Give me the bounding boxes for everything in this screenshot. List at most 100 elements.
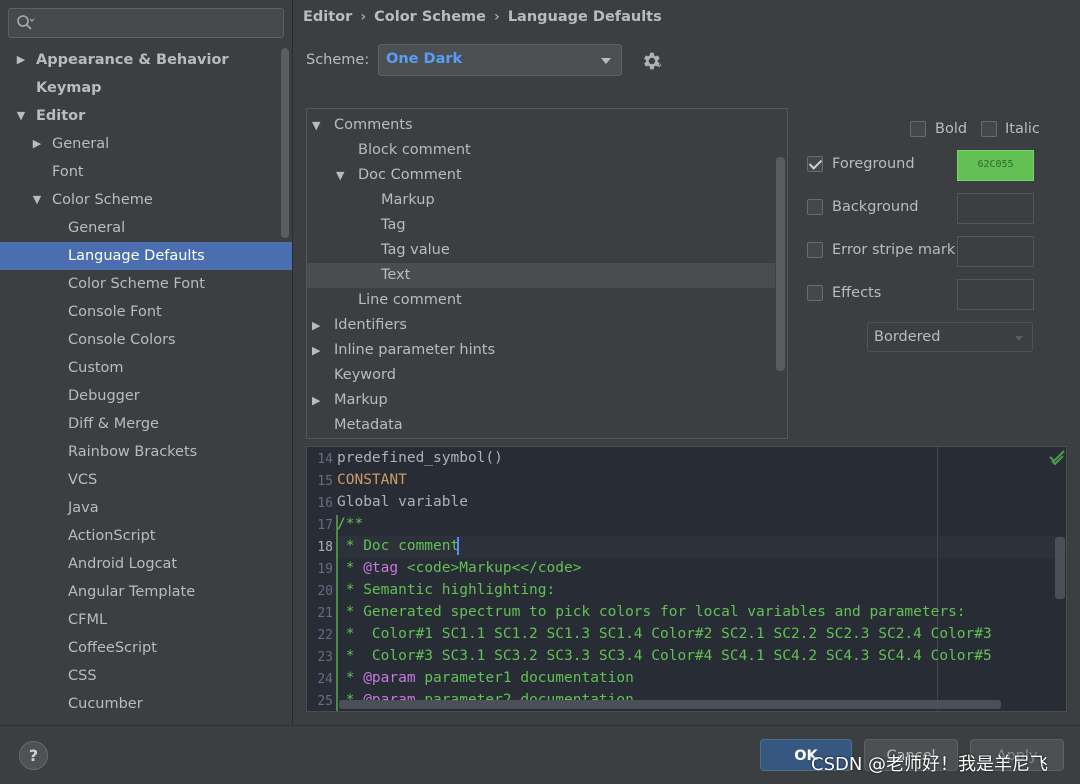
sidebar-item[interactable]: Android Logcat	[0, 550, 280, 578]
chevron-down-icon	[601, 58, 611, 64]
check-icon	[1049, 450, 1065, 466]
sidebar-item[interactable]: Console Font	[0, 298, 280, 326]
sidebar-item[interactable]: Keymap	[0, 74, 280, 102]
effects-type-dropdown[interactable]: Bordered	[867, 322, 1033, 352]
code-line: CONSTANT	[337, 472, 407, 488]
breadcrumb-item[interactable]: Editor	[303, 9, 352, 25]
category-item[interactable]: ▶ Identifiers	[307, 313, 775, 338]
effects-checkbox[interactable]	[807, 285, 823, 301]
right-margin-guide	[937, 447, 938, 711]
expand-down-icon[interactable]: ▼	[312, 113, 320, 138]
background-checkbox[interactable]	[807, 199, 823, 215]
chevron-down-icon	[1015, 336, 1023, 341]
code-token: <code>Markup<</code>	[398, 560, 582, 576]
background-color-swatch[interactable]	[957, 193, 1034, 224]
sidebar-item[interactable]: ▼ Color Scheme	[0, 186, 280, 214]
expand-right-icon[interactable]: ▶	[14, 46, 28, 74]
sidebar-item[interactable]: Java	[0, 494, 280, 522]
foreground-color-swatch[interactable]: 62C055	[957, 150, 1034, 181]
sidebar-item[interactable]: CFML	[0, 606, 280, 634]
category-item[interactable]: Line comment	[307, 288, 775, 313]
scheme-value: One Dark	[386, 51, 463, 67]
sidebar-item[interactable]: Cucumber	[0, 690, 280, 718]
category-label: Tag value	[381, 242, 450, 258]
help-button[interactable]: ?	[19, 741, 48, 770]
sidebar-item[interactable]: CSS	[0, 662, 280, 690]
category-label: Markup	[381, 192, 435, 208]
effects-color-swatch[interactable]	[957, 279, 1034, 310]
bold-checkbox[interactable]	[910, 121, 926, 137]
expand-right-icon[interactable]: ▶	[312, 388, 320, 413]
category-item[interactable]: Tag	[307, 213, 775, 238]
category-item[interactable]: Block comment	[307, 138, 775, 163]
line-number: 19	[317, 562, 333, 577]
sidebar-item[interactable]: CoffeeScript	[0, 634, 280, 662]
line-number: 22	[317, 628, 333, 643]
panel-divider[interactable]	[292, 0, 293, 725]
foreground-checkbox[interactable]	[807, 156, 823, 172]
sidebar-item[interactable]: VCS	[0, 466, 280, 494]
expand-down-icon[interactable]: ▼	[30, 186, 44, 214]
code-token: @tag	[363, 560, 399, 576]
line-number: 17	[317, 518, 333, 533]
sidebar-item[interactable]: ▶ General	[0, 130, 280, 158]
scheme-label: Scheme:	[306, 52, 370, 68]
expand-right-icon[interactable]: ▶	[30, 130, 44, 158]
category-item[interactable]: Metadata	[307, 413, 775, 438]
gear-icon[interactable]	[640, 50, 662, 72]
code-preview[interactable]: 14 15 16 17 18 19 20 21 22 23 24 25 predefined_symb…	[306, 446, 1067, 712]
watermark-text: CSDN @老师好！我是羊尼飞	[811, 754, 1049, 775]
category-item[interactable]: Keyword	[307, 363, 775, 388]
error-stripe-checkbox[interactable]	[807, 242, 823, 258]
category-item[interactable]: ▶ Markup	[307, 388, 775, 413]
code-token: * Color#3 SC3.1 SC3.2 SC3.3 SC3.4 Color#…	[337, 648, 992, 664]
category-item[interactable]: Markup	[307, 188, 775, 213]
category-item[interactable]: ▼ Doc Comment	[307, 163, 775, 188]
expand-down-icon[interactable]: ▼	[14, 102, 28, 130]
sidebar-item[interactable]: Angular Template	[0, 578, 280, 606]
sidebar-item[interactable]: General	[0, 214, 280, 242]
breadcrumb-item[interactable]: Color Scheme	[374, 9, 486, 25]
sidebar-item-label: Angular Template	[68, 584, 196, 600]
sidebar-item[interactable]: Font	[0, 158, 280, 186]
expand-right-icon[interactable]: ▶	[312, 313, 320, 338]
sidebar-item[interactable]: Language Defaults	[0, 242, 292, 270]
preview-horizontal-scrollbar[interactable]	[339, 700, 1001, 709]
category-label: Block comment	[358, 142, 471, 158]
code-line: * Generated spectrum to pick colors for …	[337, 604, 966, 620]
category-item[interactable]: Text	[307, 263, 775, 288]
category-label: Comments	[334, 117, 413, 133]
sidebar-item[interactable]: ▼ Editor	[0, 102, 280, 130]
sidebar-item[interactable]: ActionScript	[0, 522, 280, 550]
scheme-dropdown[interactable]: One Dark	[378, 44, 622, 76]
category-scrollbar[interactable]	[776, 157, 785, 371]
code-token: @param	[363, 670, 416, 686]
italic-label: Italic	[1005, 121, 1040, 137]
italic-checkbox[interactable]	[981, 121, 997, 137]
sidebar-scrollbar[interactable]	[281, 48, 289, 238]
line-number: 25	[317, 694, 333, 709]
category-item[interactable]: Tag value	[307, 238, 775, 263]
category-item[interactable]: ▶ Inline parameter hints	[307, 338, 775, 363]
sidebar-item-label: Diff & Merge	[68, 416, 159, 432]
category-item[interactable]: ▼ Comments	[307, 113, 775, 138]
search-input[interactable]	[8, 8, 284, 38]
expand-down-icon[interactable]: ▼	[336, 163, 344, 188]
sidebar-item[interactable]: Console Colors	[0, 326, 280, 354]
preview-vertical-scrollbar[interactable]	[1055, 537, 1065, 599]
sidebar-item[interactable]: Custom	[0, 354, 280, 382]
error-stripe-color-swatch[interactable]	[957, 236, 1034, 267]
sidebar-item[interactable]: Debugger	[0, 382, 280, 410]
line-number: 23	[317, 650, 333, 665]
breadcrumb-item[interactable]: Language Defaults	[508, 9, 662, 25]
sidebar-item[interactable]: Color Scheme Font	[0, 270, 280, 298]
category-label: Markup	[334, 392, 388, 408]
breadcrumb-separator: ›	[494, 9, 500, 25]
sidebar-item-label: Rainbow Brackets	[68, 444, 198, 460]
expand-right-icon[interactable]: ▶	[312, 338, 320, 363]
sidebar-item[interactable]: Diff & Merge	[0, 410, 280, 438]
code-token: Global variable	[337, 494, 468, 510]
sidebar-item[interactable]: ▶ Appearance & Behavior	[0, 46, 280, 74]
foreground-color-value: 62C055	[977, 159, 1014, 170]
sidebar-item[interactable]: Rainbow Brackets	[0, 438, 280, 466]
